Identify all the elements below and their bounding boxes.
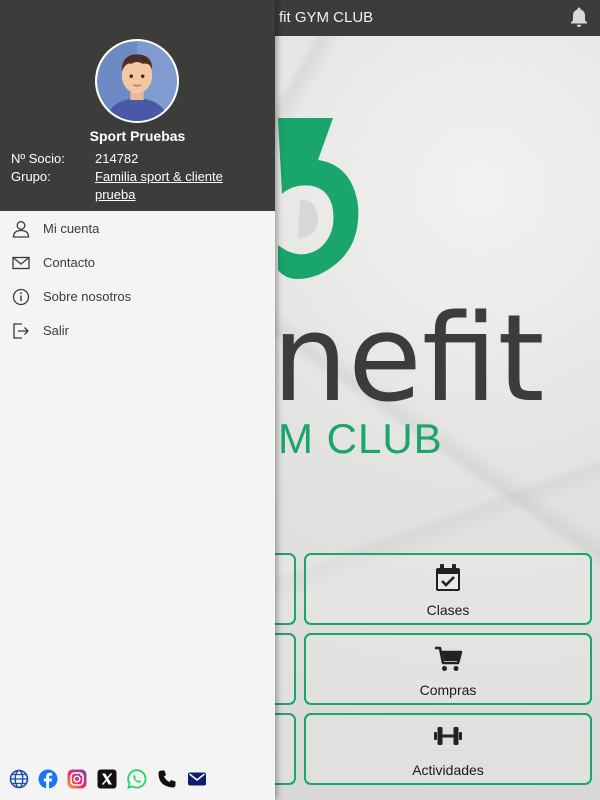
card-compras[interactable]: Compras xyxy=(304,633,592,705)
calendar-check-icon xyxy=(436,564,460,591)
shopping-cart-icon xyxy=(435,646,463,671)
card-label: Compras xyxy=(419,682,477,698)
menu-item-mi-cuenta[interactable]: Mi cuenta xyxy=(0,212,275,246)
menu-label: Sobre nosotros xyxy=(43,289,132,304)
user-avatar-icon xyxy=(97,41,177,121)
grupo-label: Grupo: xyxy=(11,169,51,184)
menu-item-sobre-nosotros[interactable]: Sobre nosotros xyxy=(0,280,275,314)
email-icon[interactable] xyxy=(187,769,207,789)
logout-icon xyxy=(13,323,29,339)
menu-item-contacto[interactable]: Contacto xyxy=(0,246,275,280)
card-clases[interactable]: Clases xyxy=(304,553,592,625)
card-label: Actividades xyxy=(412,762,484,778)
phone-icon[interactable] xyxy=(157,769,177,789)
dumbbell-icon xyxy=(434,727,462,745)
instagram-icon[interactable] xyxy=(67,769,87,789)
bell-icon[interactable] xyxy=(569,6,589,28)
avatar xyxy=(95,39,179,123)
user-name: Sport Pruebas xyxy=(89,128,186,144)
mail-icon xyxy=(12,256,30,270)
side-drawer: Sport Pruebas Nº Socio: 214782 Grupo: Fa… xyxy=(0,0,275,800)
logo-text: nefit xyxy=(272,290,545,429)
facebook-icon[interactable] xyxy=(38,769,58,789)
grupo-link[interactable]: Familia sport & cliente prueba xyxy=(95,168,265,204)
whatsapp-icon[interactable] xyxy=(127,769,147,789)
logo-subtitle: M CLUB xyxy=(278,415,443,462)
app-title: fit GYM CLUB xyxy=(279,9,374,26)
socio-label: Nº Socio: xyxy=(11,151,65,166)
drawer-header: Sport Pruebas Nº Socio: 214782 Grupo: Fa… xyxy=(0,0,275,211)
socio-value: 214782 xyxy=(95,151,139,166)
x-icon[interactable] xyxy=(97,769,117,789)
menu-label: Mi cuenta xyxy=(43,221,100,236)
info-icon xyxy=(12,288,30,306)
globe-icon[interactable] xyxy=(9,769,29,789)
menu-label: Salir xyxy=(43,323,70,338)
user-icon xyxy=(12,221,30,238)
menu-item-salir[interactable]: Salir xyxy=(0,314,275,348)
card-actividades[interactable]: Actividades xyxy=(304,713,592,785)
menu-label: Contacto xyxy=(43,255,96,270)
card-label: Clases xyxy=(426,602,470,618)
